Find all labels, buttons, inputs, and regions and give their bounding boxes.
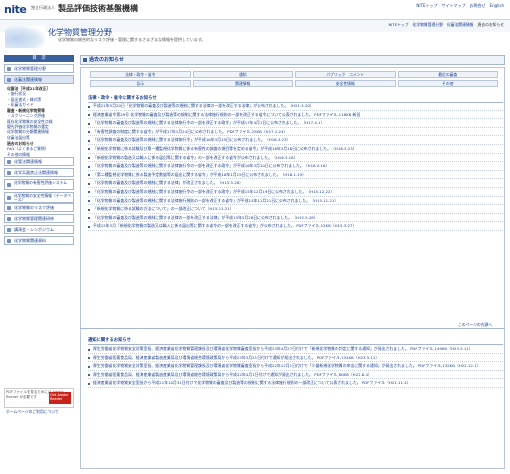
adobe-reader-badge[interactable]: Get Adobe Reader xyxy=(49,392,71,404)
section-divider xyxy=(80,328,505,332)
news-item[interactable]: 「化学物質の審査及び製造等の規制に関する法律施行令の一部を改正する政令」が平成1… xyxy=(88,121,503,128)
category-links: 法律・政令・省令 通知 パブリック コメント 最近の審査告示 関連情報 安全性情報 その他 xyxy=(90,71,498,87)
sidebar-item-documents[interactable]: 化学物質関連資料 xyxy=(4,235,74,245)
breadcrumb: NITEトップ 化学物質管理分野 化審法関連情報 過去のお知らせ xyxy=(388,22,504,28)
category-link[interactable]: 法律・政令・省令 xyxy=(90,71,191,78)
top-link-sitemap[interactable]: サイトマップ xyxy=(442,3,466,9)
category-link[interactable]: 最近の審査 xyxy=(397,71,498,78)
news-item[interactable]: 「化学物質の審査及び製造等の規制に関する法律施行令の一部を改正する政令」が平成1… xyxy=(88,189,503,197)
notice-news-list: 厚生労働省化学物質安全対策室長、経済産業省化学物質管理課長及び環境省化学物質審査… xyxy=(88,346,503,390)
news-item[interactable]: 「化学物質の審査及び製造等の規制に関する法律施行令の一部を改正する政令」が平成1… xyxy=(88,163,503,171)
sidebar-subitem[interactable]: ・化審法ガイド xyxy=(4,102,74,107)
sidebar-item-cscl[interactable]: 化審法関連情報 xyxy=(4,75,74,84)
news-item[interactable]: 厚生労働省化学物質安全対策室長、経済産業省化学物質管理課長及び環境省化学物質審査… xyxy=(88,346,503,354)
news-item[interactable]: 「第二種監視化学物質に係る製造予定数量等の届出に関する省令」が平成16年1月19… xyxy=(88,172,503,180)
news-item[interactable]: 平成15年3月「新規化学物質の製造又は輸入に係る届出等に関する省令の一部を改正す… xyxy=(88,224,503,231)
news-item[interactable]: 厚生労働省化学物質安全対策室長、経済産業省化学物質管理課長及び環境省化学物質審査… xyxy=(88,364,503,371)
sidebar-item-risk[interactable]: 化学物質のリスク評価 xyxy=(4,202,74,212)
site-usage-link[interactable]: ホームページのご利用について xyxy=(6,409,59,415)
sidebar-item-chemical[interactable]: 化学物質管理分野 xyxy=(4,64,74,73)
category-link[interactable]: 告示 xyxy=(90,80,191,87)
news-item[interactable]: 経済産業省化学物質安全室長から平成21年10月31日付けで化学物質の審査及び製造… xyxy=(88,381,503,388)
sidebar-heading: 目 次 xyxy=(4,55,74,62)
breadcrumb-item[interactable]: 化学物質管理分野 xyxy=(413,22,443,28)
law-news-list: 平成21年5月20日「化学物質の審査及び製造等の規制に関する法律の一部を改正する… xyxy=(88,103,503,233)
news-item[interactable]: 厚生労働省医薬食品局、経済産業省製造産業局及び環境省総合環境政策局から平成23年… xyxy=(88,355,503,363)
category-link[interactable]: 安全性情報 xyxy=(295,80,396,87)
nite-logo[interactable]: nite xyxy=(4,3,27,16)
banner-image xyxy=(5,26,45,48)
breadcrumb-current: 過去のお知らせ xyxy=(477,22,504,27)
top-link-english[interactable]: English xyxy=(490,3,504,9)
breadcrumb-item[interactable]: 化審法関連情報 xyxy=(447,22,474,28)
news-item[interactable]: 「有害性調査の制度に関する省令」が平成17年1月24日に公布されました。 PDF… xyxy=(88,129,503,137)
news-item[interactable]: 「化学物質の審査及び製造等の規制に関する法律施行規則の一部を改正する省令」が平成… xyxy=(88,198,503,206)
category-link[interactable]: その他 xyxy=(397,80,498,87)
sidebar-item-training[interactable]: 化学物質管理関連研修 xyxy=(4,213,74,223)
top-links: NITEトップ サイトマップ お問合せ English xyxy=(416,3,504,9)
news-item[interactable]: 厚生労働省医薬食品局、経済産業省製造産業局及び環境省総合環境政策局から平成22年… xyxy=(88,372,503,380)
news-item[interactable]: 「新規化学物質に係る試験の方法について」の一部改正について（H15.11.21） xyxy=(88,206,503,214)
section-law-heading: 法律・政令・省令に関するお知らせ xyxy=(88,95,503,103)
breadcrumb-item[interactable]: NITEトップ xyxy=(388,22,408,28)
news-item[interactable]: 「化学物質の審査及び製造等の規制に関する法律の一部を改正する法律」が平成15年5… xyxy=(88,215,503,223)
category-link[interactable]: 関連情報 xyxy=(192,80,293,87)
news-item[interactable]: 「新規化学物質の製造又は輸入に係る届出等に関する省令」の一部を改正する省令が公布… xyxy=(88,155,503,163)
sidebar-submenu: 化審法［平成21年改正］ ・施行状況 ・届出書式・様式等 ・化審法ガイド 審査・新規化学… xyxy=(4,86,74,157)
top-link-nite[interactable]: NITEトップ xyxy=(416,3,437,9)
sidebar-subitem[interactable]: 化審法届出等 xyxy=(4,135,74,140)
section-notice-heading: 通知に関するお知らせ xyxy=(88,337,503,345)
sidebar: 目 次 化学物質管理分野 化審法関連情報 化審法［平成21年改正］ ・施行状況 ・届… xyxy=(4,55,74,247)
news-item[interactable]: 平成21年5月20日「化学物質の審査及び製造等の規制に関する法律の一部を改正する… xyxy=(88,103,503,111)
sidebar-item-prtr[interactable]: 化管法関連情報 xyxy=(4,156,74,166)
category-link[interactable]: パブリック コメント xyxy=(295,71,396,78)
sidebar-item-cwc[interactable]: 化学兵器禁止法関連情報 xyxy=(4,167,74,177)
news-item[interactable]: 経済産業省令第29号 化学物質の審査及び製造等の規制に関する法律施行規則の一部を… xyxy=(88,112,503,120)
sidebar-item-database[interactable]: 化学物質の安全性情報（データベース） xyxy=(4,191,74,203)
page-title: 過去のお知らせ xyxy=(80,55,505,65)
news-item[interactable]: 「化学物質の審査及び製造等の規制に関する法律施行令」が平成16年3月19日に公布… xyxy=(88,138,503,145)
org-name[interactable]: 製品評価技術基盤機構 xyxy=(58,3,138,14)
org-type: 独立行政法人 xyxy=(31,5,55,10)
news-item[interactable]: 「化学物質の審査及び製造等の規制に関する法律」が改正されました。（H15.5.2… xyxy=(88,181,503,188)
sidebar-item-hazard[interactable]: 化学物質の有害性評価システム xyxy=(4,178,74,190)
category-link[interactable]: 通知 xyxy=(192,71,293,78)
site-header: nite 独立行政法人 製品評価技術基盤機構 NITEトップ サイトマップ お問… xyxy=(0,0,510,20)
adobe-reader-box: PDFファイルを見るためには Adobe Reader が必要です Get Ad… xyxy=(4,388,74,408)
top-link-contact[interactable]: お問合せ xyxy=(470,3,486,9)
sidebar-item-symposium[interactable]: 講演会・シンポジウム xyxy=(4,224,74,234)
news-item[interactable]: 「新規化学物質に係る試験及び第一種監視化学物質に係る有害性の調査の項目等を定める… xyxy=(88,146,503,154)
banner-subtitle: 化学物質の総合的なリスク評価・管理に関するさまざまな情報を提供しています。 xyxy=(58,37,206,42)
